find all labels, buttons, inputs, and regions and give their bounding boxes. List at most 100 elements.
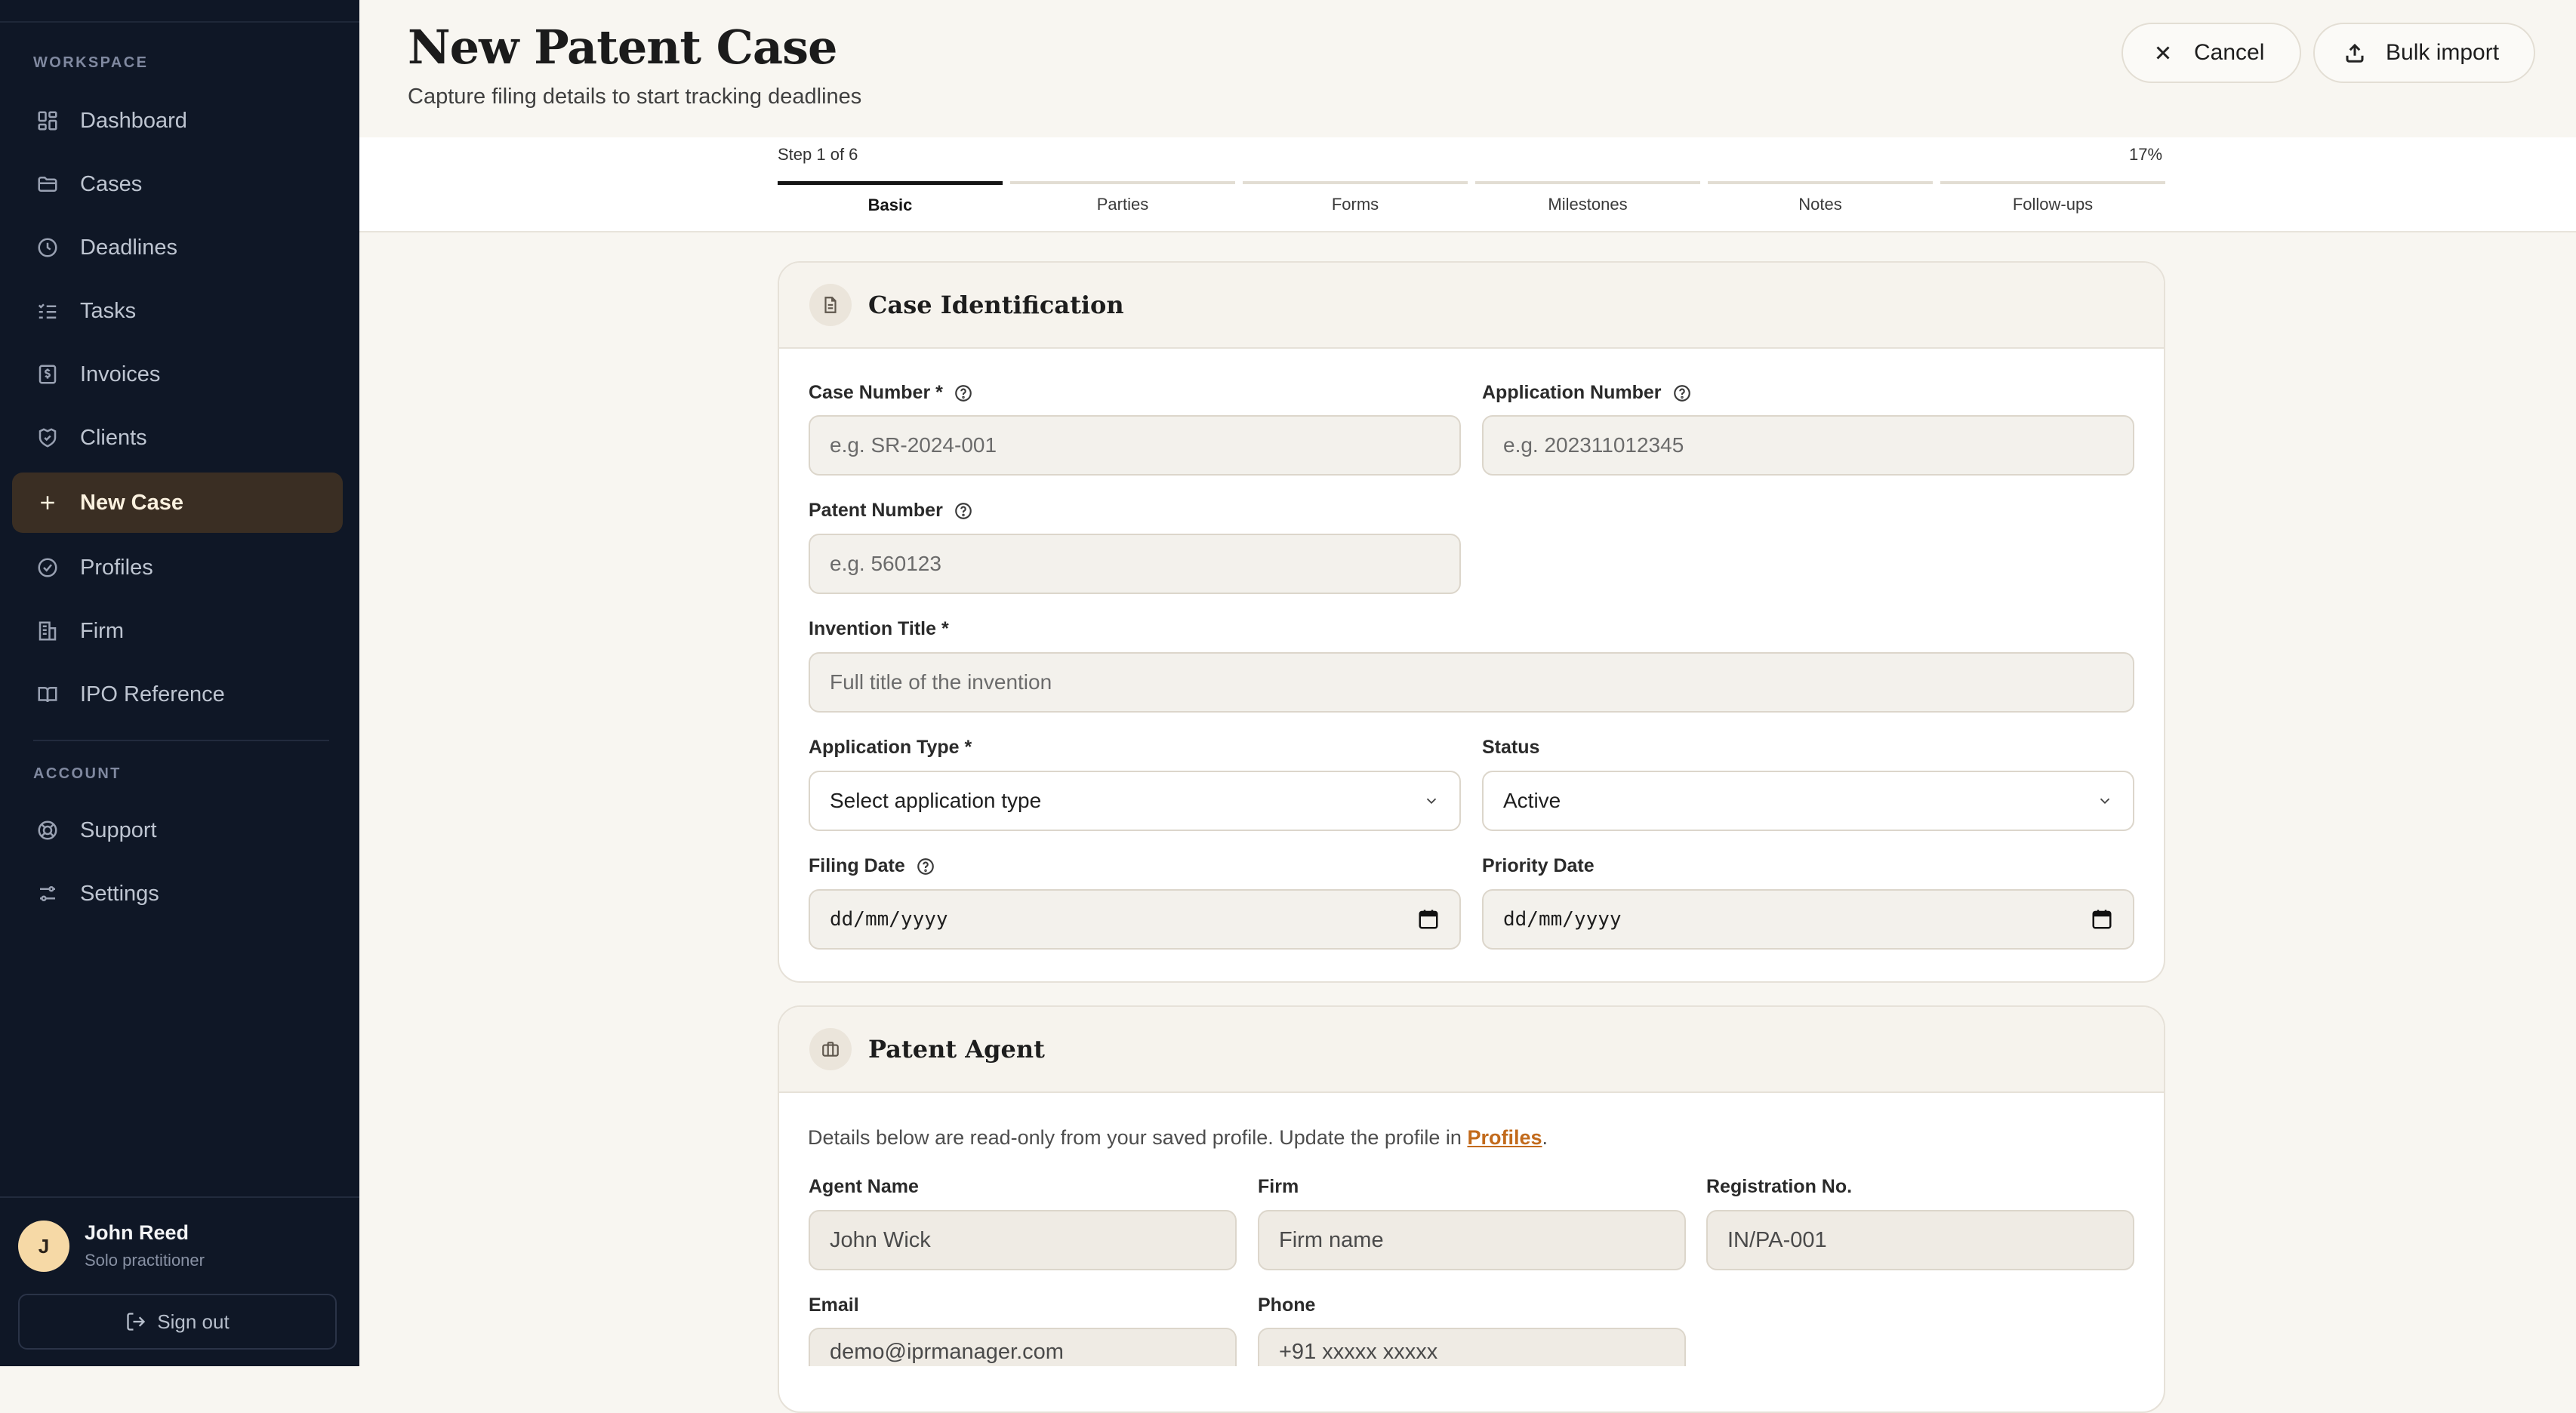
agent-name-field: John Wick	[809, 1210, 1237, 1270]
lifebuoy-icon	[35, 817, 60, 843]
step-milestones[interactable]: Milestones	[1475, 181, 1700, 219]
badge-check-icon	[35, 555, 60, 580]
step-counter: Step 1 of 6	[778, 145, 858, 164]
case-number-label: Case Number *	[809, 382, 973, 404]
profiles-link[interactable]: Profiles	[1467, 1126, 1542, 1149]
firm-label: Firm	[1258, 1176, 1299, 1197]
sidebar-item-clients[interactable]: Clients	[12, 408, 343, 468]
upload-icon	[2346, 43, 2364, 63]
firm-field: Firm name	[1258, 1210, 1686, 1270]
card-title: Case Identification	[868, 291, 1124, 319]
filing-date-label: Filing Date	[809, 855, 935, 877]
sidebar-item-cases[interactable]: Cases	[12, 154, 343, 214]
sidebar-item-tasks[interactable]: Tasks	[12, 281, 343, 341]
grid-icon	[35, 108, 60, 134]
application-number-input[interactable]	[1482, 415, 2134, 476]
calendar-icon[interactable]	[2091, 908, 2113, 931]
checklist-icon	[35, 298, 60, 324]
sidebar-item-label: Deadlines	[80, 235, 177, 260]
patent-number-input[interactable]	[809, 534, 1461, 594]
sidebar-item-support[interactable]: Support	[12, 800, 343, 860]
book-icon	[35, 682, 60, 707]
sidebar-item-new-case[interactable]: New Case	[12, 473, 343, 533]
patent-number-label-text: Patent Number	[809, 500, 943, 521]
user-name: John Reed	[85, 1221, 190, 1244]
account-section-label: ACCOUNT	[33, 765, 122, 782]
agent-note-end: .	[1542, 1126, 1548, 1149]
sidebar-item-ipo-reference[interactable]: IPO Reference	[12, 664, 343, 725]
sidebar-item-label: Tasks	[80, 298, 137, 323]
filing-date-value: dd/mm/yyyy	[830, 908, 948, 931]
priority-date-input[interactable]: dd/mm/yyyy	[1482, 889, 2134, 950]
status-value: Active	[1503, 789, 1561, 812]
application-type-select[interactable]: Select application type	[809, 771, 1461, 831]
step-forms[interactable]: Forms	[1243, 181, 1468, 219]
registration-field: IN/PA-001	[1706, 1210, 2134, 1270]
sidebar-item-firm[interactable]: Firm	[12, 601, 343, 661]
page-title: New Patent Case	[408, 20, 837, 75]
sidebar-item-label: Firm	[80, 618, 124, 643]
help-icon[interactable]	[1672, 383, 1692, 403]
handshake-icon	[35, 425, 60, 451]
sidebar-item-settings[interactable]: Settings	[12, 864, 343, 924]
step-parties[interactable]: Parties	[1010, 181, 1235, 219]
priority-date-label: Priority Date	[1482, 855, 1595, 876]
sidebar-item-label: IPO Reference	[80, 682, 225, 706]
help-icon[interactable]	[954, 383, 973, 403]
sign-out-button[interactable]: Sign out	[18, 1294, 337, 1350]
filing-date-input[interactable]: dd/mm/yyyy	[809, 889, 1461, 950]
chevron-down-icon	[1426, 798, 1437, 805]
priority-date-value: dd/mm/yyyy	[1503, 908, 1622, 931]
agent-readonly-note: Details below are read-only from your sa…	[808, 1126, 1548, 1150]
cancel-button[interactable]: Cancel	[2122, 23, 2301, 83]
step-basic[interactable]: Basic	[778, 181, 1003, 219]
page-subtitle: Capture filing details to start tracking…	[408, 85, 862, 109]
application-number-label: Application Number	[1482, 382, 1692, 404]
filing-date-label-text: Filing Date	[809, 855, 905, 876]
sidebar-top-divider	[0, 21, 359, 23]
logout-icon	[127, 1313, 146, 1331]
agent-note-text: Details below are read-only from your sa…	[808, 1126, 1468, 1149]
phone-label: Phone	[1258, 1294, 1316, 1316]
application-type-label: Application Type *	[809, 737, 972, 758]
invention-title-label: Invention Title *	[809, 618, 949, 639]
case-number-label-text: Case Number *	[809, 382, 943, 403]
workspace-section-label: WORKSPACE	[33, 54, 149, 71]
card-title: Patent Agent	[868, 1035, 1045, 1064]
card-header: Patent Agent	[779, 1007, 2164, 1093]
agent-name-label: Agent Name	[809, 1176, 919, 1197]
sidebar-item-label: Settings	[80, 881, 159, 906]
application-number-label-text: Application Number	[1482, 382, 1662, 403]
step-notes[interactable]: Notes	[1708, 181, 1933, 219]
sidebar-item-deadlines[interactable]: Deadlines	[12, 217, 343, 278]
bulk-import-button[interactable]: Bulk import	[2313, 23, 2535, 83]
card-header: Case Identification	[779, 263, 2164, 349]
sign-out-label: Sign out	[157, 1310, 230, 1333]
avatar: J	[18, 1221, 69, 1272]
help-icon[interactable]	[954, 501, 973, 521]
user-role: Solo practitioner	[85, 1251, 205, 1270]
clock-icon	[35, 235, 60, 260]
sidebar-item-label: Clients	[80, 425, 147, 450]
phone-field: +91 xxxxx xxxxx	[1258, 1328, 1686, 1366]
cancel-button-label: Cancel	[2194, 40, 2265, 65]
sidebar-item-invoices[interactable]: Invoices	[12, 344, 343, 405]
invention-title-input[interactable]	[809, 652, 2134, 713]
case-identification-card: Case Identification	[778, 261, 2165, 983]
plus-icon	[35, 490, 60, 516]
folder-icon	[35, 171, 60, 197]
sidebar-divider	[33, 740, 329, 741]
status-select[interactable]: Active	[1482, 771, 2134, 831]
sidebar-item-label: New Case	[80, 490, 184, 515]
document-icon	[809, 284, 852, 326]
registration-label: Registration No.	[1706, 1176, 1853, 1197]
step-follow-ups[interactable]: Follow-ups	[1940, 181, 2165, 219]
case-number-input[interactable]	[809, 415, 1461, 476]
patent-number-label: Patent Number	[809, 500, 973, 522]
calendar-icon[interactable]	[1417, 908, 1440, 931]
sidebar-item-profiles[interactable]: Profiles	[12, 537, 343, 598]
bulk-import-button-label: Bulk import	[2386, 40, 2500, 65]
sidebar-item-dashboard[interactable]: Dashboard	[12, 91, 343, 151]
email-field: demo@iprmanager.com	[809, 1328, 1237, 1366]
help-icon[interactable]	[916, 857, 935, 876]
